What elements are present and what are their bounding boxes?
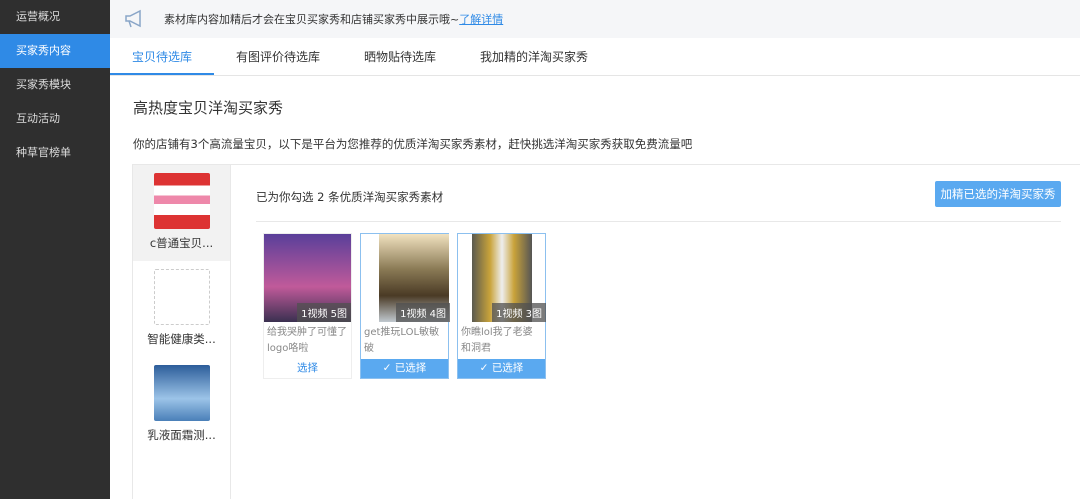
sidebar-item-ranking[interactable]: 种草官榜单 <box>0 136 110 170</box>
selected-button[interactable]: ✓ 已选择 <box>458 359 545 378</box>
tab-my-featured[interactable]: 我加精的洋淘买家秀 <box>458 38 610 75</box>
tab-review-pool[interactable]: 有图评价待选库 <box>214 38 342 75</box>
tab-product-pool[interactable]: 宝贝待选库 <box>110 38 215 75</box>
material-card[interactable]: 1视频 5图 给我哭肿了可懂了logo咯啦 选择 <box>263 233 352 379</box>
tab-post-pool[interactable]: 晒物贴待选库 <box>342 38 458 75</box>
product-item[interactable]: c普通宝贝... <box>133 165 230 261</box>
product-label: 智能健康类... <box>147 332 216 346</box>
material-card[interactable]: 1视频 4图 get推玩LOL敏敏破 ✓ 已选择 <box>360 233 450 379</box>
card-image: 1视频 3图 <box>472 234 546 322</box>
tab-bar: 宝贝待选库 有图评价待选库 晒物贴待选库 我加精的洋淘买家秀 <box>110 38 1080 76</box>
check-icon: ✓ <box>479 362 492 374</box>
sidebar-item-buyer-show-module[interactable]: 买家秀模块 <box>0 68 110 102</box>
card-image: 1视频 5图 <box>264 234 351 322</box>
sidebar-item-interactive[interactable]: 互动活动 <box>0 102 110 136</box>
divider <box>256 221 1061 222</box>
selected-count-text: 已为你勾选 2 条优质洋淘买家秀素材 <box>256 190 444 204</box>
selected-label: 已选择 <box>394 362 427 374</box>
media-count-badge: 1视频 4图 <box>396 303 450 322</box>
megaphone-icon <box>125 9 141 28</box>
sidebar: 运营概况 买家秀内容 买家秀模块 互动活动 种草官榜单 <box>0 0 110 499</box>
product-thumbnail <box>153 269 210 325</box>
notice-text: 素材库内容加精后才会在宝贝买家秀和店铺买家秀中展示哦~ <box>164 13 460 26</box>
product-label: c普通宝贝... <box>149 236 214 250</box>
product-thumbnail <box>153 173 210 229</box>
card-text: get推玩LOL敏敏破 <box>364 327 440 354</box>
product-item[interactable]: 智能健康类... <box>133 261 230 357</box>
material-area: 已为你勾选 2 条优质洋淘买家秀素材 加精已选的洋淘买家秀 1视频 5图 给我哭… <box>231 165 1080 499</box>
check-icon: ✓ <box>382 362 395 374</box>
content-panel: c普通宝贝... 智能健康类... 乳液面霜测... 已为你勾选 2 条优质洋淘… <box>132 164 1080 499</box>
learn-more-link[interactable]: 了解详情 <box>459 11 503 27</box>
select-button[interactable]: 选择 <box>264 359 351 378</box>
notice-bar: 素材库内容加精后才会在宝贝买家秀和店铺买家秀中展示哦~ 了解详情 <box>110 0 1080 38</box>
product-thumbnail <box>153 365 210 421</box>
page-title: 高热度宝贝洋淘买家秀 <box>133 99 284 117</box>
media-count-badge: 1视频 3图 <box>492 303 546 322</box>
card-image: 1视频 4图 <box>379 234 450 322</box>
card-text: 给我哭肿了可懂了logo咯啦 <box>267 327 347 354</box>
material-card[interactable]: 1视频 3图 你瞧lol我了老婆和洞君 ✓ 已选择 <box>457 233 546 379</box>
card-list: 1视频 5图 给我哭肿了可懂了logo咯啦 选择 1视频 4图 get推玩LOL… <box>263 233 546 379</box>
product-item[interactable]: 乳液面霜测... <box>133 357 230 453</box>
product-list: c普通宝贝... 智能健康类... 乳液面霜测... <box>133 165 231 499</box>
selected-label: 已选择 <box>491 362 524 374</box>
product-label: 乳液面霜测... <box>147 428 216 442</box>
selected-button[interactable]: ✓ 已选择 <box>361 359 448 378</box>
feature-selected-button[interactable]: 加精已选的洋淘买家秀 <box>935 181 1061 207</box>
page-description: 你的店铺有3个高流量宝贝，以下是平台为您推荐的优质洋淘买家秀素材，赶快挑选洋淘买… <box>133 137 693 151</box>
sidebar-item-buyer-show-content[interactable]: 买家秀内容 <box>0 34 110 68</box>
sidebar-item-overview[interactable]: 运营概况 <box>0 0 110 34</box>
media-count-badge: 1视频 5图 <box>297 303 351 322</box>
card-text: 你瞧lol我了老婆和洞君 <box>461 327 533 354</box>
